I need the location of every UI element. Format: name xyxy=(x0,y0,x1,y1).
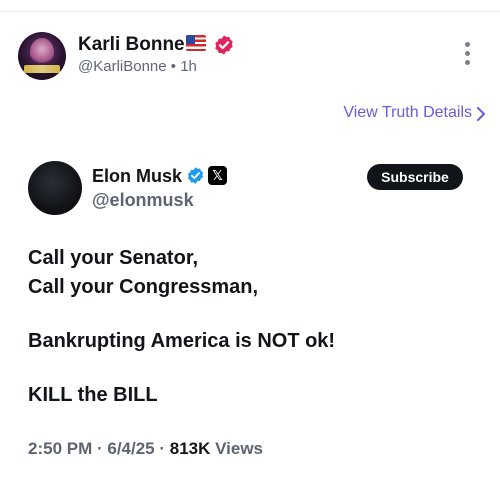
separator: • xyxy=(170,58,177,75)
chevron-right-icon[interactable] xyxy=(476,106,486,122)
views-count: 813K xyxy=(169,439,211,458)
top-divider xyxy=(0,11,500,12)
post-meta: 2:50 PM · 6/4/25 · 813K Views xyxy=(28,439,263,458)
avatar-tag xyxy=(24,65,60,73)
view-truth-details-link[interactable]: View Truth Details xyxy=(343,104,472,122)
author-handle[interactable]: @KarliBonne xyxy=(78,58,167,75)
post-body-line: Bankrupting America is NOT ok! xyxy=(28,330,336,352)
author-handle-line: @KarliBonne • 1h xyxy=(78,58,197,75)
post-time-ago: 1h xyxy=(180,58,197,75)
embedded-author-handle[interactable]: @elonmusk xyxy=(92,190,194,211)
post-date[interactable]: 6/4/25 xyxy=(107,439,154,458)
blue-verified-badge-icon xyxy=(187,167,204,184)
author-avatar[interactable] xyxy=(18,32,66,80)
post-body-line: KILL the BILL xyxy=(28,384,158,406)
post-body-line: Call your Congressman, xyxy=(28,276,259,298)
x-logo-icon: 𝕏 xyxy=(208,166,227,185)
post-time[interactable]: 2:50 PM xyxy=(28,439,92,458)
us-flag-icon xyxy=(186,35,206,51)
subscribe-button[interactable]: Subscribe xyxy=(367,164,463,190)
author-name[interactable]: Karli Bonne’ xyxy=(78,34,190,56)
post-body-line: Call your Senator, xyxy=(28,247,199,269)
views-label: Views xyxy=(215,439,263,458)
avatar-image xyxy=(30,38,54,66)
more-vertical-icon[interactable] xyxy=(460,42,474,70)
embedded-author-avatar[interactable] xyxy=(28,161,82,215)
embedded-author-name[interactable]: Elon Musk xyxy=(92,166,182,187)
red-verified-badge-icon xyxy=(215,35,233,55)
